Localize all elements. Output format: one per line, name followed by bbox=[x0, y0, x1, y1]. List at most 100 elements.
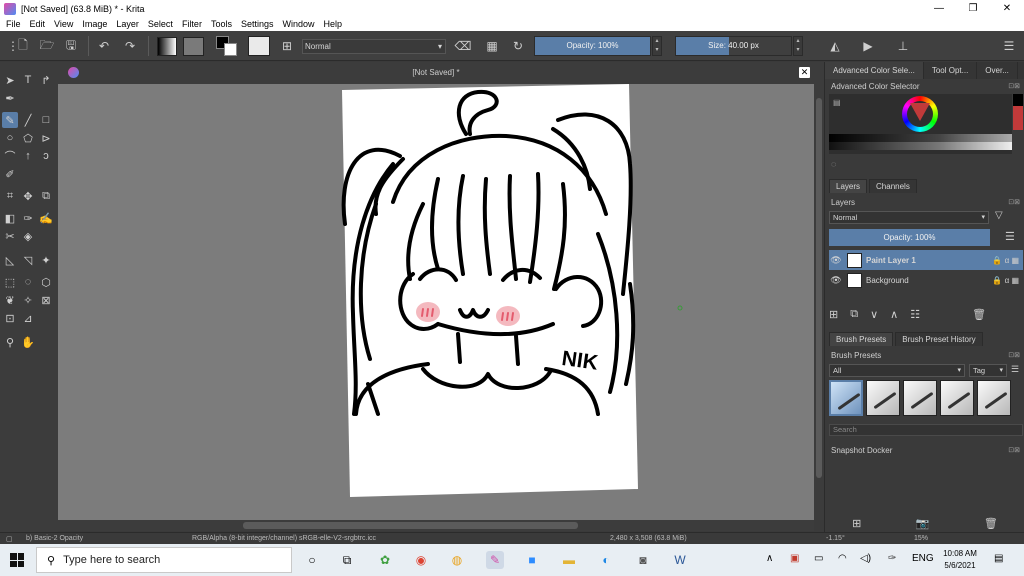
chrome-icon[interactable]: ◉ bbox=[412, 551, 430, 569]
similar-select-icon[interactable]: ⊠ bbox=[38, 292, 54, 308]
eye-icon[interactable]: 👁 bbox=[829, 255, 843, 266]
menu-tools[interactable]: Tools bbox=[211, 19, 232, 29]
edit-shapes-icon[interactable]: ↱ bbox=[38, 72, 54, 88]
size-slider[interactable]: Size: 40.00 px bbox=[675, 36, 792, 56]
maximize-button[interactable]: ❐ bbox=[956, 0, 990, 17]
menu-image[interactable]: Image bbox=[82, 19, 107, 29]
add-snapshot-icon[interactable]: ⊞ bbox=[852, 517, 861, 530]
dynamic-brush-icon[interactable]: ↄ bbox=[38, 148, 54, 164]
windows-start-icon[interactable] bbox=[10, 553, 24, 567]
tray-app-icon[interactable]: ▣ bbox=[790, 553, 799, 564]
line-tool-icon[interactable]: ╱ bbox=[20, 112, 36, 128]
mirror-vertical-icon[interactable]: ▶ bbox=[859, 37, 877, 55]
layer-row[interactable]: 👁 Paint Layer 1 🔒 α ▦ bbox=[829, 250, 1023, 270]
taskbar-search-box[interactable]: ⚲ Type here to search bbox=[36, 547, 292, 573]
polygon-tool-icon[interactable]: ⬠ bbox=[20, 130, 36, 146]
bezier-tool-icon[interactable]: ⌒ bbox=[2, 148, 18, 164]
brush-preset-item[interactable] bbox=[903, 380, 937, 416]
tab-channels[interactable]: Channels bbox=[869, 179, 917, 193]
color-history-icon[interactable]: ◌ bbox=[831, 159, 836, 169]
krita-taskbar-icon[interactable]: ✎ bbox=[486, 551, 504, 569]
preset-search-input[interactable]: Search bbox=[829, 424, 1023, 436]
tab-brush-preset-history[interactable]: Brush Preset History bbox=[895, 332, 983, 346]
move-layer-up-icon[interactable]: ∧ bbox=[890, 308, 898, 321]
fill-tool-icon[interactable]: ◈ bbox=[20, 228, 36, 244]
rect-select-icon[interactable]: ⬚ bbox=[2, 274, 18, 290]
polyline-tool-icon[interactable]: ⊳ bbox=[38, 130, 54, 146]
ellipse-tool-icon[interactable]: ○ bbox=[2, 130, 18, 146]
horizontal-scrollbar[interactable] bbox=[58, 520, 814, 531]
freehand-select-icon[interactable]: ❦ bbox=[2, 292, 18, 308]
menu-window[interactable]: Window bbox=[282, 19, 314, 29]
add-layer-icon[interactable]: ⊞ bbox=[829, 308, 838, 321]
tray-volume-icon[interactable]: ◁) bbox=[860, 553, 871, 564]
camera-icon[interactable]: 📷 bbox=[916, 517, 930, 530]
color-picker-icon[interactable]: ✑ bbox=[20, 210, 36, 226]
camera-app-icon[interactable]: ◙ bbox=[634, 551, 652, 569]
duplicate-layer-icon[interactable]: ⧉ bbox=[850, 308, 858, 321]
tray-wifi-icon[interactable]: ◠ bbox=[838, 553, 847, 564]
word-icon[interactable]: W bbox=[671, 551, 689, 569]
menu-view[interactable]: View bbox=[54, 19, 73, 29]
redo-icon[interactable]: ↷ bbox=[121, 37, 139, 55]
shade-selector-dark[interactable] bbox=[829, 134, 1012, 142]
brush-preset-item[interactable] bbox=[940, 380, 974, 416]
freehand-brush-icon[interactable]: ✎ bbox=[2, 112, 18, 128]
taskbar-clock[interactable]: 10:08 AM 5/6/2021 bbox=[940, 548, 980, 572]
bezier-select-icon[interactable]: ⊡ bbox=[2, 310, 18, 326]
brush-preset-item[interactable] bbox=[829, 380, 863, 416]
panel-float-close-icon[interactable]: ⊡⊠ bbox=[1008, 198, 1020, 206]
layer-name[interactable]: Background bbox=[866, 276, 992, 285]
move-tool-icon[interactable]: ✥ bbox=[20, 188, 36, 204]
tray-pen-icon[interactable]: ✑ bbox=[888, 553, 896, 564]
smart-patch-icon[interactable]: ✂ bbox=[2, 228, 18, 244]
eye-icon[interactable]: 👁 bbox=[829, 275, 843, 286]
opacity-spinner[interactable]: ▴ ▾ bbox=[652, 36, 662, 56]
layer-lock-alpha-icons[interactable]: 🔒 α ▦ bbox=[992, 276, 1019, 285]
menu-settings[interactable]: Settings bbox=[241, 19, 274, 29]
file-explorer-icon[interactable]: ▬ bbox=[560, 551, 578, 569]
preserve-alpha-icon[interactable]: ▦ bbox=[483, 37, 501, 55]
zoom-tool-icon[interactable]: ⚲ bbox=[2, 334, 18, 350]
close-document-button[interactable]: ✕ bbox=[799, 67, 810, 78]
contiguous-select-icon[interactable]: ✧ bbox=[20, 292, 36, 308]
size-spinner[interactable]: ▴ ▾ bbox=[793, 36, 803, 56]
reference-tool-icon[interactable]: ✦ bbox=[38, 252, 54, 268]
layer-name[interactable]: Paint Layer 1 bbox=[866, 256, 992, 265]
menu-filter[interactable]: Filter bbox=[182, 19, 202, 29]
minimize-button[interactable]: — bbox=[922, 0, 956, 17]
wrap-around-icon[interactable]: ⊥ bbox=[894, 37, 912, 55]
tray-chevron-up-icon[interactable]: ∧ bbox=[766, 553, 773, 564]
fg-bg-color-swatch[interactable] bbox=[216, 36, 238, 56]
layer-properties-icon[interactable]: ☰ bbox=[1005, 230, 1015, 243]
multibrush-icon[interactable]: ✐ bbox=[2, 166, 18, 182]
crop-tool-icon[interactable]: ⌗ bbox=[2, 188, 18, 204]
zoom-app-icon[interactable]: ■ bbox=[523, 551, 541, 569]
scroll-thumb[interactable] bbox=[816, 98, 822, 478]
tray-battery-icon[interactable]: ▭ bbox=[814, 553, 823, 564]
calligraphy-icon[interactable]: ✒ bbox=[2, 90, 18, 106]
menu-select[interactable]: Select bbox=[148, 19, 173, 29]
tab-advanced-color-selector[interactable]: Advanced Color Sele... bbox=[825, 62, 924, 79]
recent-colors[interactable] bbox=[1013, 94, 1023, 130]
background-color[interactable] bbox=[224, 43, 237, 56]
document-title[interactable]: [Not Saved] * bbox=[58, 68, 814, 77]
menu-file[interactable]: File bbox=[6, 19, 21, 29]
docker-menu-icon[interactable]: ☰ bbox=[1000, 37, 1018, 55]
edge-icon[interactable]: ◐ bbox=[597, 551, 615, 569]
colorize-mask-icon[interactable]: ✍ bbox=[38, 210, 54, 226]
color-triangle[interactable] bbox=[910, 103, 930, 121]
open-folder-icon[interactable]: 🗁 bbox=[38, 37, 56, 55]
vertical-scrollbar[interactable] bbox=[814, 62, 824, 520]
layer-opacity-slider[interactable]: Opacity: 100% bbox=[829, 229, 990, 246]
measure-tool-icon[interactable]: ◹ bbox=[20, 252, 36, 268]
text-tool-icon[interactable]: T bbox=[20, 72, 36, 88]
new-document-icon[interactable]: 🗋 bbox=[14, 37, 32, 55]
tab-overview[interactable]: Over... bbox=[977, 62, 1018, 79]
eraser-icon[interactable]: ⌫ bbox=[454, 37, 472, 55]
mirror-horizontal-icon[interactable]: ◭ bbox=[826, 37, 844, 55]
pattern-selector[interactable] bbox=[183, 37, 204, 56]
brush-preset-selector[interactable] bbox=[248, 36, 270, 56]
layer-lock-alpha-icons[interactable]: 🔒 α ▦ bbox=[992, 256, 1019, 265]
brush-settings-icon[interactable]: ⊞ bbox=[278, 37, 296, 55]
